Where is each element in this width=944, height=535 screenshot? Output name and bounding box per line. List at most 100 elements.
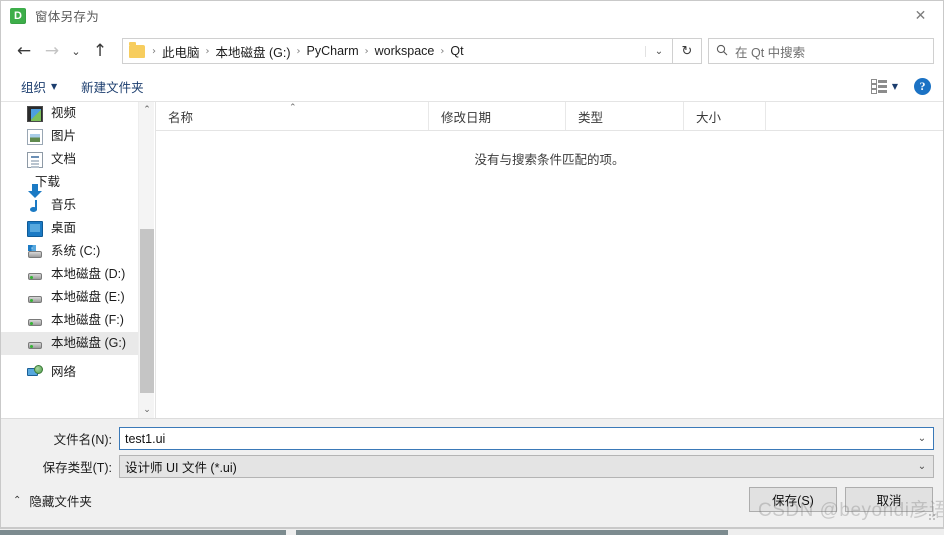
breadcrumb-separator: › — [205, 45, 210, 57]
new-folder-button[interactable]: 新建文件夹 — [75, 77, 150, 96]
breadcrumb-separator: › — [296, 45, 301, 57]
help-icon[interactable]: ? — [914, 78, 931, 95]
sidebar-item-network[interactable]: 网络 — [1, 361, 138, 384]
recent-locations-icon[interactable]: ⌄ — [66, 37, 86, 65]
save-as-dialog: D 窗体另存为 ✕ ← → ⌄ ↑ › 此电脑 › 本地磁盘 (G:) › Py… — [0, 0, 944, 528]
scroll-up-icon[interactable]: ⌃ — [139, 102, 155, 118]
chevron-down-icon: ▼ — [891, 82, 898, 91]
file-list-pane: 名称 ⌃ 修改日期 类型 大小 没有与搜索条件匹配的项。 — [156, 102, 943, 418]
dialog-footer: ⌃ 隐藏文件夹 保存(S) 取消 — [1, 480, 943, 527]
hide-folders-toggle[interactable]: ⌃ 隐藏文件夹 — [13, 491, 92, 510]
column-header-name[interactable]: 名称 ⌃ — [156, 102, 429, 130]
sidebar-item-label: 桌面 — [51, 221, 77, 236]
sidebar-item-drive-e[interactable]: 本地磁盘 (E:) — [1, 286, 138, 309]
filename-row: 文件名(N): test1.ui ⌄ — [1, 427, 943, 450]
breadcrumb-separator: › — [440, 45, 445, 57]
document-icon — [27, 151, 43, 168]
breadcrumb-item-2[interactable]: PyCharm — [304, 44, 362, 58]
command-toolbar: 组织 ▼ 新建文件夹 ▼ ? — [1, 72, 943, 102]
sidebar-item-drive-g[interactable]: 本地磁盘 (G:) — [1, 332, 138, 355]
search-input[interactable]: 在 Qt 中搜索 — [708, 38, 934, 64]
drive-icon — [27, 336, 43, 352]
sidebar-item-downloads[interactable]: 下载 — [1, 171, 138, 198]
sidebar-item-drive-f[interactable]: 本地磁盘 (F:) — [1, 309, 138, 332]
sidebar-item-label: 文档 — [51, 152, 77, 167]
sidebar-item-drive-d[interactable]: 本地磁盘 (D:) — [1, 263, 138, 286]
navigation-bar: ← → ⌄ ↑ › 此电脑 › 本地磁盘 (G:) › PyCharm › wo… — [1, 30, 943, 72]
up-icon[interactable]: ↑ — [86, 37, 114, 65]
breadcrumb-item-1[interactable]: 本地磁盘 (G:) — [213, 42, 294, 61]
desktop-icon — [27, 220, 43, 237]
save-form: 文件名(N): test1.ui ⌄ 保存类型(T): 设计师 UI 文件 (*… — [1, 418, 943, 480]
filetype-label: 保存类型(T): — [42, 461, 112, 475]
toolbar-right-group: ▼ ? — [865, 78, 931, 95]
empty-list-message: 没有与搜索条件匹配的项。 — [474, 153, 625, 167]
folder-icon — [129, 41, 145, 58]
sidebar-item-label: 本地磁盘 (F:) — [51, 313, 124, 328]
filename-input[interactable]: test1.ui ⌄ — [119, 427, 934, 450]
close-icon[interactable]: ✕ — [898, 1, 943, 30]
dialog-body: 视频 图片 文档 下载 音乐 桌面 系统 (C:) 本地磁盘 (D:) 本地磁盘… — [1, 102, 943, 418]
network-icon — [27, 364, 43, 381]
title-bar: D 窗体另存为 ✕ — [1, 1, 943, 30]
chevron-down-icon[interactable]: ⌄ — [645, 45, 672, 57]
sidebar-item-documents[interactable]: 文档 — [1, 148, 138, 171]
column-label: 名称 — [168, 110, 194, 125]
filetype-value: 设计师 UI 文件 (*.ui) — [125, 461, 237, 475]
search-placeholder: 在 Qt 中搜索 — [735, 45, 806, 60]
column-label: 修改日期 — [441, 110, 492, 125]
system-drive-icon — [27, 244, 43, 260]
back-icon[interactable]: ← — [10, 37, 38, 65]
drive-icon — [27, 290, 43, 306]
sidebar-item-label: 网络 — [51, 365, 77, 380]
save-button[interactable]: 保存(S) — [749, 487, 837, 512]
chevron-down-icon[interactable]: ⌄ — [911, 461, 933, 472]
breadcrumb-separator: › — [152, 45, 156, 57]
cancel-button[interactable]: 取消 — [845, 487, 933, 512]
breadcrumb-item-0[interactable]: 此电脑 — [159, 42, 203, 61]
sidebar-item-label: 本地磁盘 (G:) — [51, 336, 126, 351]
file-list-header: 名称 ⌃ 修改日期 类型 大小 — [156, 102, 943, 131]
filename-label: 文件名(N): — [53, 433, 112, 447]
app-icon: D — [10, 7, 26, 24]
breadcrumb[interactable]: › 此电脑 › 本地磁盘 (G:) › PyCharm › workspace … — [122, 38, 673, 64]
organize-button[interactable]: 组织 ▼ — [15, 77, 63, 96]
navigation-pane: 视频 图片 文档 下载 音乐 桌面 系统 (C:) 本地磁盘 (D:) 本地磁盘… — [1, 102, 138, 418]
organize-label: 组织 — [21, 81, 47, 95]
sidebar-item-pictures[interactable]: 图片 — [1, 125, 138, 148]
sort-ascending-icon: ⌃ — [289, 103, 297, 113]
breadcrumb-item-3[interactable]: workspace — [372, 44, 438, 58]
chevron-down-icon[interactable]: ⌄ — [911, 433, 933, 444]
sidebar-item-system-c[interactable]: 系统 (C:) — [1, 240, 138, 263]
filetype-select[interactable]: 设计师 UI 文件 (*.ui) ⌄ — [119, 455, 934, 478]
column-label: 类型 — [578, 110, 604, 125]
sidebar-item-videos[interactable]: 视频 — [1, 102, 138, 125]
sidebar-item-music[interactable]: 音乐 — [1, 194, 138, 217]
column-header-size[interactable]: 大小 — [684, 102, 766, 130]
scrollbar-thumb[interactable] — [140, 229, 154, 393]
column-header-date[interactable]: 修改日期 — [429, 102, 566, 130]
video-icon — [27, 105, 43, 122]
column-header-type[interactable]: 类型 — [566, 102, 684, 130]
chevron-up-icon: ⌃ — [13, 495, 22, 506]
navigation-pane-scrollbar[interactable]: ⌃ ⌄ — [138, 102, 154, 418]
filename-value: test1.ui — [125, 431, 166, 446]
sidebar-item-label: 下载 — [35, 175, 61, 190]
drive-icon — [27, 267, 43, 283]
picture-icon — [27, 128, 43, 145]
resize-grip-icon[interactable] — [929, 514, 938, 523]
scroll-down-icon[interactable]: ⌄ — [139, 402, 155, 418]
column-header-filler — [766, 102, 943, 130]
view-options-button[interactable]: ▼ — [865, 79, 904, 94]
drive-icon — [27, 313, 43, 329]
window-title: 窗体另存为 — [35, 10, 100, 24]
sidebar-item-label: 图片 — [51, 129, 77, 144]
breadcrumb-separator: › — [364, 45, 369, 57]
breadcrumb-item-4[interactable]: Qt — [447, 44, 466, 58]
new-folder-label: 新建文件夹 — [81, 81, 144, 95]
sidebar-item-desktop[interactable]: 桌面 — [1, 217, 138, 240]
forward-icon: → — [44, 40, 60, 61]
chevron-down-icon: ▼ — [51, 82, 58, 91]
view-options-icon — [870, 79, 887, 94]
refresh-icon[interactable]: ↻ — [672, 38, 702, 64]
